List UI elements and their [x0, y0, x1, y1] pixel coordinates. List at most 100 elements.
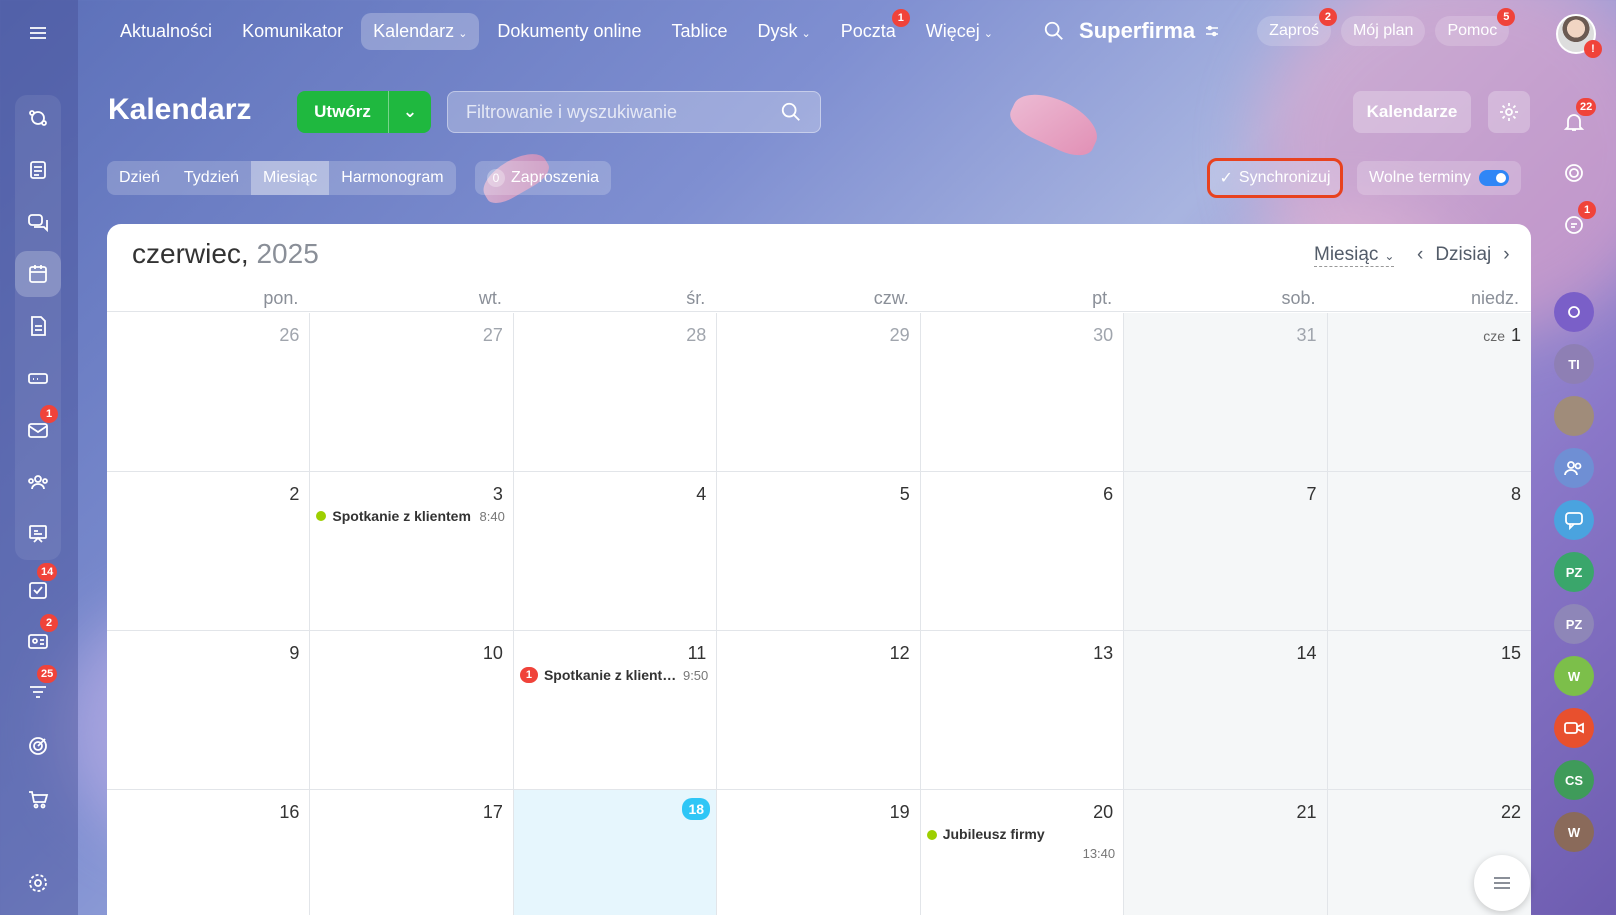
drive-icon[interactable] — [15, 355, 61, 401]
brand-name[interactable]: Superfirma — [1079, 18, 1221, 44]
presentation-icon[interactable] — [15, 511, 61, 557]
contact-avatar[interactable] — [1554, 396, 1594, 436]
nav-dokumenty[interactable]: Dokumenty online — [485, 13, 653, 50]
day-cell[interactable]: 20 Jubileusz firmy 13:40 — [921, 790, 1125, 915]
day-cell[interactable]: 26 — [107, 313, 311, 472]
day-cell[interactable]: 13 — [920, 631, 1125, 790]
chevron-right-icon[interactable]: › — [1503, 244, 1509, 266]
day-cell[interactable]: 11 1 Spotkanie z klientem 9:50 — [513, 631, 718, 790]
list-view-button[interactable] — [1474, 855, 1530, 911]
bell-icon[interactable]: 22 — [1554, 98, 1597, 142]
calendar-event[interactable]: Jubileusz firmy 13:40 — [926, 826, 1115, 866]
day-cell[interactable]: 30 — [920, 313, 1125, 472]
day-cell[interactable]: 21 — [1124, 790, 1328, 915]
video-icon[interactable] — [1554, 708, 1594, 748]
user-avatar[interactable]: ! — [1556, 14, 1602, 58]
day-cell[interactable]: 6 — [920, 472, 1125, 631]
chat-badge: 1 — [1578, 201, 1596, 219]
tab-week[interactable]: Tydzień — [172, 161, 251, 195]
employees-icon[interactable] — [15, 459, 61, 505]
calendar-event[interactable]: 1 Spotkanie z klientem 9:50 — [519, 667, 708, 683]
calendar-icon[interactable] — [15, 251, 61, 297]
free-slots-toggle[interactable]: Wolne terminy — [1357, 161, 1521, 195]
menu-icon[interactable] — [15, 10, 61, 56]
day-cell[interactable]: 12 — [717, 631, 921, 790]
day-cell[interactable]: 4 — [513, 472, 718, 631]
chat-search-icon[interactable]: 1 — [1554, 201, 1596, 245]
contact-avatar[interactable]: W — [1554, 812, 1594, 852]
copilot-chat-icon[interactable] — [1554, 292, 1594, 332]
day-cell[interactable]: 2 — [107, 472, 311, 631]
day-cell[interactable]: 9 — [107, 631, 311, 790]
chat-bubble-icon[interactable] — [1554, 500, 1594, 540]
day-cell[interactable]: 28 — [513, 313, 718, 472]
tab-month[interactable]: Miesiąc — [251, 161, 330, 195]
day-cell-today[interactable]: 18 — [513, 790, 718, 915]
day-cell[interactable]: 14 — [1124, 631, 1328, 790]
contact-avatar[interactable]: PZ — [1554, 552, 1594, 592]
search-input[interactable] — [466, 101, 780, 123]
documents-icon[interactable] — [15, 303, 61, 349]
day-cell[interactable]: 19 — [717, 790, 921, 915]
day-cell[interactable]: 31 — [1124, 313, 1328, 472]
day-cell[interactable]: 17 — [310, 790, 514, 915]
activity-icon[interactable] — [1554, 153, 1594, 193]
day-cell[interactable]: 16 — [107, 790, 311, 915]
view-select[interactable]: Miesiąc ⌄ — [1314, 244, 1395, 267]
nav-dysk[interactable]: Dysk ⌄ — [746, 13, 823, 50]
invite-button[interactable]: Zaproś 2 — [1257, 8, 1337, 46]
help-button[interactable]: Pomoc 5 — [1435, 8, 1516, 46]
filter-icon[interactable]: 25 — [15, 665, 61, 715]
calendars-button[interactable]: Kalendarze — [1353, 91, 1471, 133]
day-cell[interactable]: 27 — [310, 313, 514, 472]
contact-avatar[interactable]: CS — [1554, 760, 1594, 800]
contact-avatar[interactable]: PZ — [1554, 604, 1594, 644]
nav-tablice[interactable]: Tablice — [660, 13, 740, 50]
day-cell[interactable]: cze 1 — [1327, 313, 1531, 472]
invites-count: 0 — [487, 169, 505, 187]
invites-button[interactable]: 0 Zaproszenia — [475, 161, 612, 195]
nav-aktualnosci[interactable]: Aktualności — [108, 13, 224, 50]
search-icon[interactable] — [1043, 20, 1065, 42]
settings-icon[interactable] — [15, 860, 61, 906]
month-title: czerwiec, 2025 — [132, 238, 319, 269]
toggle-switch[interactable] — [1479, 170, 1509, 186]
day-cell[interactable]: 8 — [1327, 472, 1531, 631]
day-cell[interactable]: 3 Spotkanie z klientem 8:40 — [310, 472, 514, 631]
day-cell[interactable]: 7 — [1124, 472, 1328, 631]
chat-icon[interactable] — [15, 199, 61, 245]
day-cell[interactable]: 5 — [717, 472, 921, 631]
tasks-icon[interactable]: 14 — [15, 563, 61, 613]
contact-avatar[interactable]: TI — [1554, 344, 1594, 384]
search-field[interactable] — [447, 91, 821, 133]
cart-icon[interactable] — [15, 776, 61, 822]
day-cell[interactable]: 15 — [1327, 631, 1531, 790]
list-icon — [1494, 877, 1510, 889]
my-plan-button[interactable]: Mój plan — [1340, 16, 1426, 46]
nav-wiecej[interactable]: Więcej ⌄ — [914, 13, 1005, 50]
mail-icon[interactable]: 1 — [15, 405, 61, 453]
nav-komunikator[interactable]: Komunikator — [230, 13, 355, 50]
nav-kalendarz[interactable]: Kalendarz ⌄ — [361, 12, 480, 50]
day-cell[interactable]: 10 — [310, 631, 514, 790]
check-icon: ✓ — [1219, 170, 1233, 187]
chevron-left-icon[interactable]: ‹ — [1417, 244, 1423, 266]
day-cell[interactable]: 29 — [717, 313, 921, 472]
today-button[interactable]: Dzisiaj — [1435, 244, 1491, 266]
sync-button[interactable]: ✓ Synchronizuj — [1207, 158, 1343, 198]
chevron-down-icon[interactable]: ⌄ — [389, 102, 431, 122]
crm-icon[interactable]: 2 — [15, 614, 61, 664]
tab-schedule[interactable]: Harmonogram — [329, 161, 455, 195]
tab-day[interactable]: Dzień — [107, 161, 172, 195]
create-button[interactable]: Utwórz ⌄ — [297, 91, 431, 133]
calendar-event[interactable]: Spotkanie z klientem 8:40 — [316, 508, 505, 524]
target-icon[interactable] — [15, 723, 61, 769]
chevron-down-icon: ⌄ — [458, 27, 468, 40]
settings-button[interactable] — [1488, 91, 1530, 133]
contact-avatar[interactable]: W — [1554, 656, 1594, 696]
event-dot — [926, 830, 937, 840]
feed-icon[interactable] — [15, 147, 61, 193]
copilot-icon[interactable] — [15, 95, 61, 141]
group-icon[interactable] — [1554, 448, 1594, 488]
nav-poczta[interactable]: Poczta 1 — [829, 8, 910, 50]
